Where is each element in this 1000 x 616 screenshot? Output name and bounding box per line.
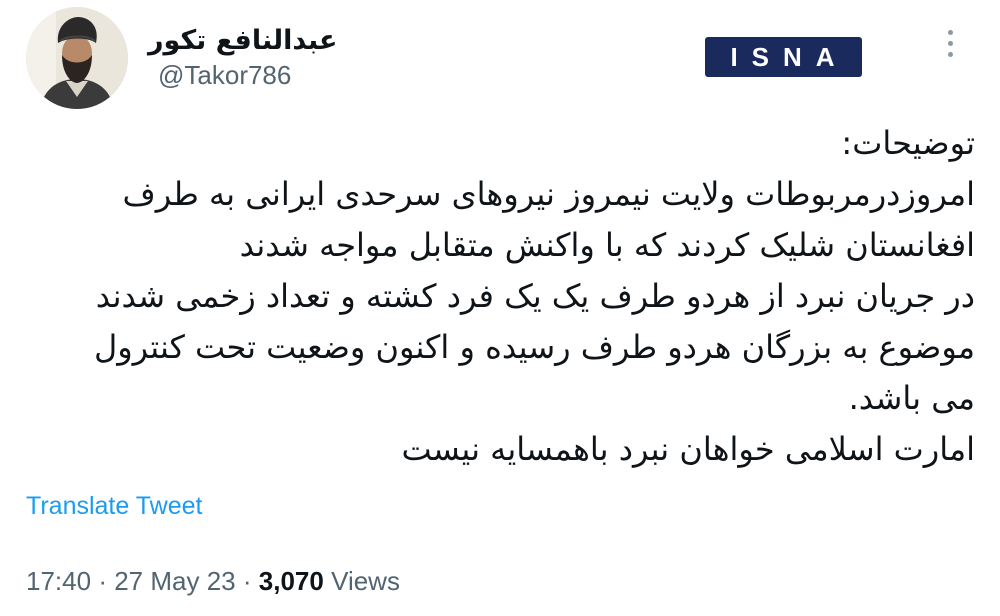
tweet-line: موضوع به بزرگان هردو طرف رسیده و اکنون و… bbox=[93, 328, 975, 366]
avatar-image bbox=[26, 7, 128, 109]
author-name[interactable]: عبدالنافع تکور bbox=[148, 24, 338, 58]
tweet-line: امارت اسلامی خواهان نبرد باهمسایه نیست bbox=[401, 430, 975, 468]
tweet-line: امروزدرمربوطات ولایت نیمروز نیروهای سرحد… bbox=[122, 175, 975, 213]
views-count: 3,070 bbox=[258, 566, 324, 596]
tweet-time[interactable]: 17:40 bbox=[26, 566, 91, 596]
tweet-meta: 17:40 · 27 May 23 · 3,070 Views bbox=[26, 565, 400, 597]
meta-separator: · bbox=[98, 566, 107, 596]
more-vertical-icon[interactable] bbox=[934, 26, 966, 66]
tweet-line: در جریان نبرد از هردو طرف یک یک فرد کشته… bbox=[95, 277, 975, 315]
tweet-line: افغانستان شلیک کردند که با واکنش متقابل … bbox=[239, 226, 975, 264]
tweet-card: عبدالنافع تکور @Takor786 ISNA توضیحات: ا… bbox=[0, 0, 1000, 616]
tweet-date[interactable]: 27 May 23 bbox=[114, 566, 235, 596]
tweet-line: توضیحات: bbox=[841, 124, 975, 162]
tweet-line: می باشد. bbox=[848, 379, 975, 417]
views-label: Views bbox=[331, 566, 400, 596]
isna-logo: ISNA bbox=[705, 37, 862, 77]
author-handle[interactable]: @Takor786 bbox=[158, 60, 291, 90]
translate-tweet-link[interactable]: Translate Tweet bbox=[26, 490, 202, 522]
tweet-text: توضیحات: امروزدرمربوطات ولایت نیمروز نیر… bbox=[20, 118, 975, 475]
avatar[interactable] bbox=[26, 7, 128, 109]
meta-separator: · bbox=[242, 566, 252, 596]
